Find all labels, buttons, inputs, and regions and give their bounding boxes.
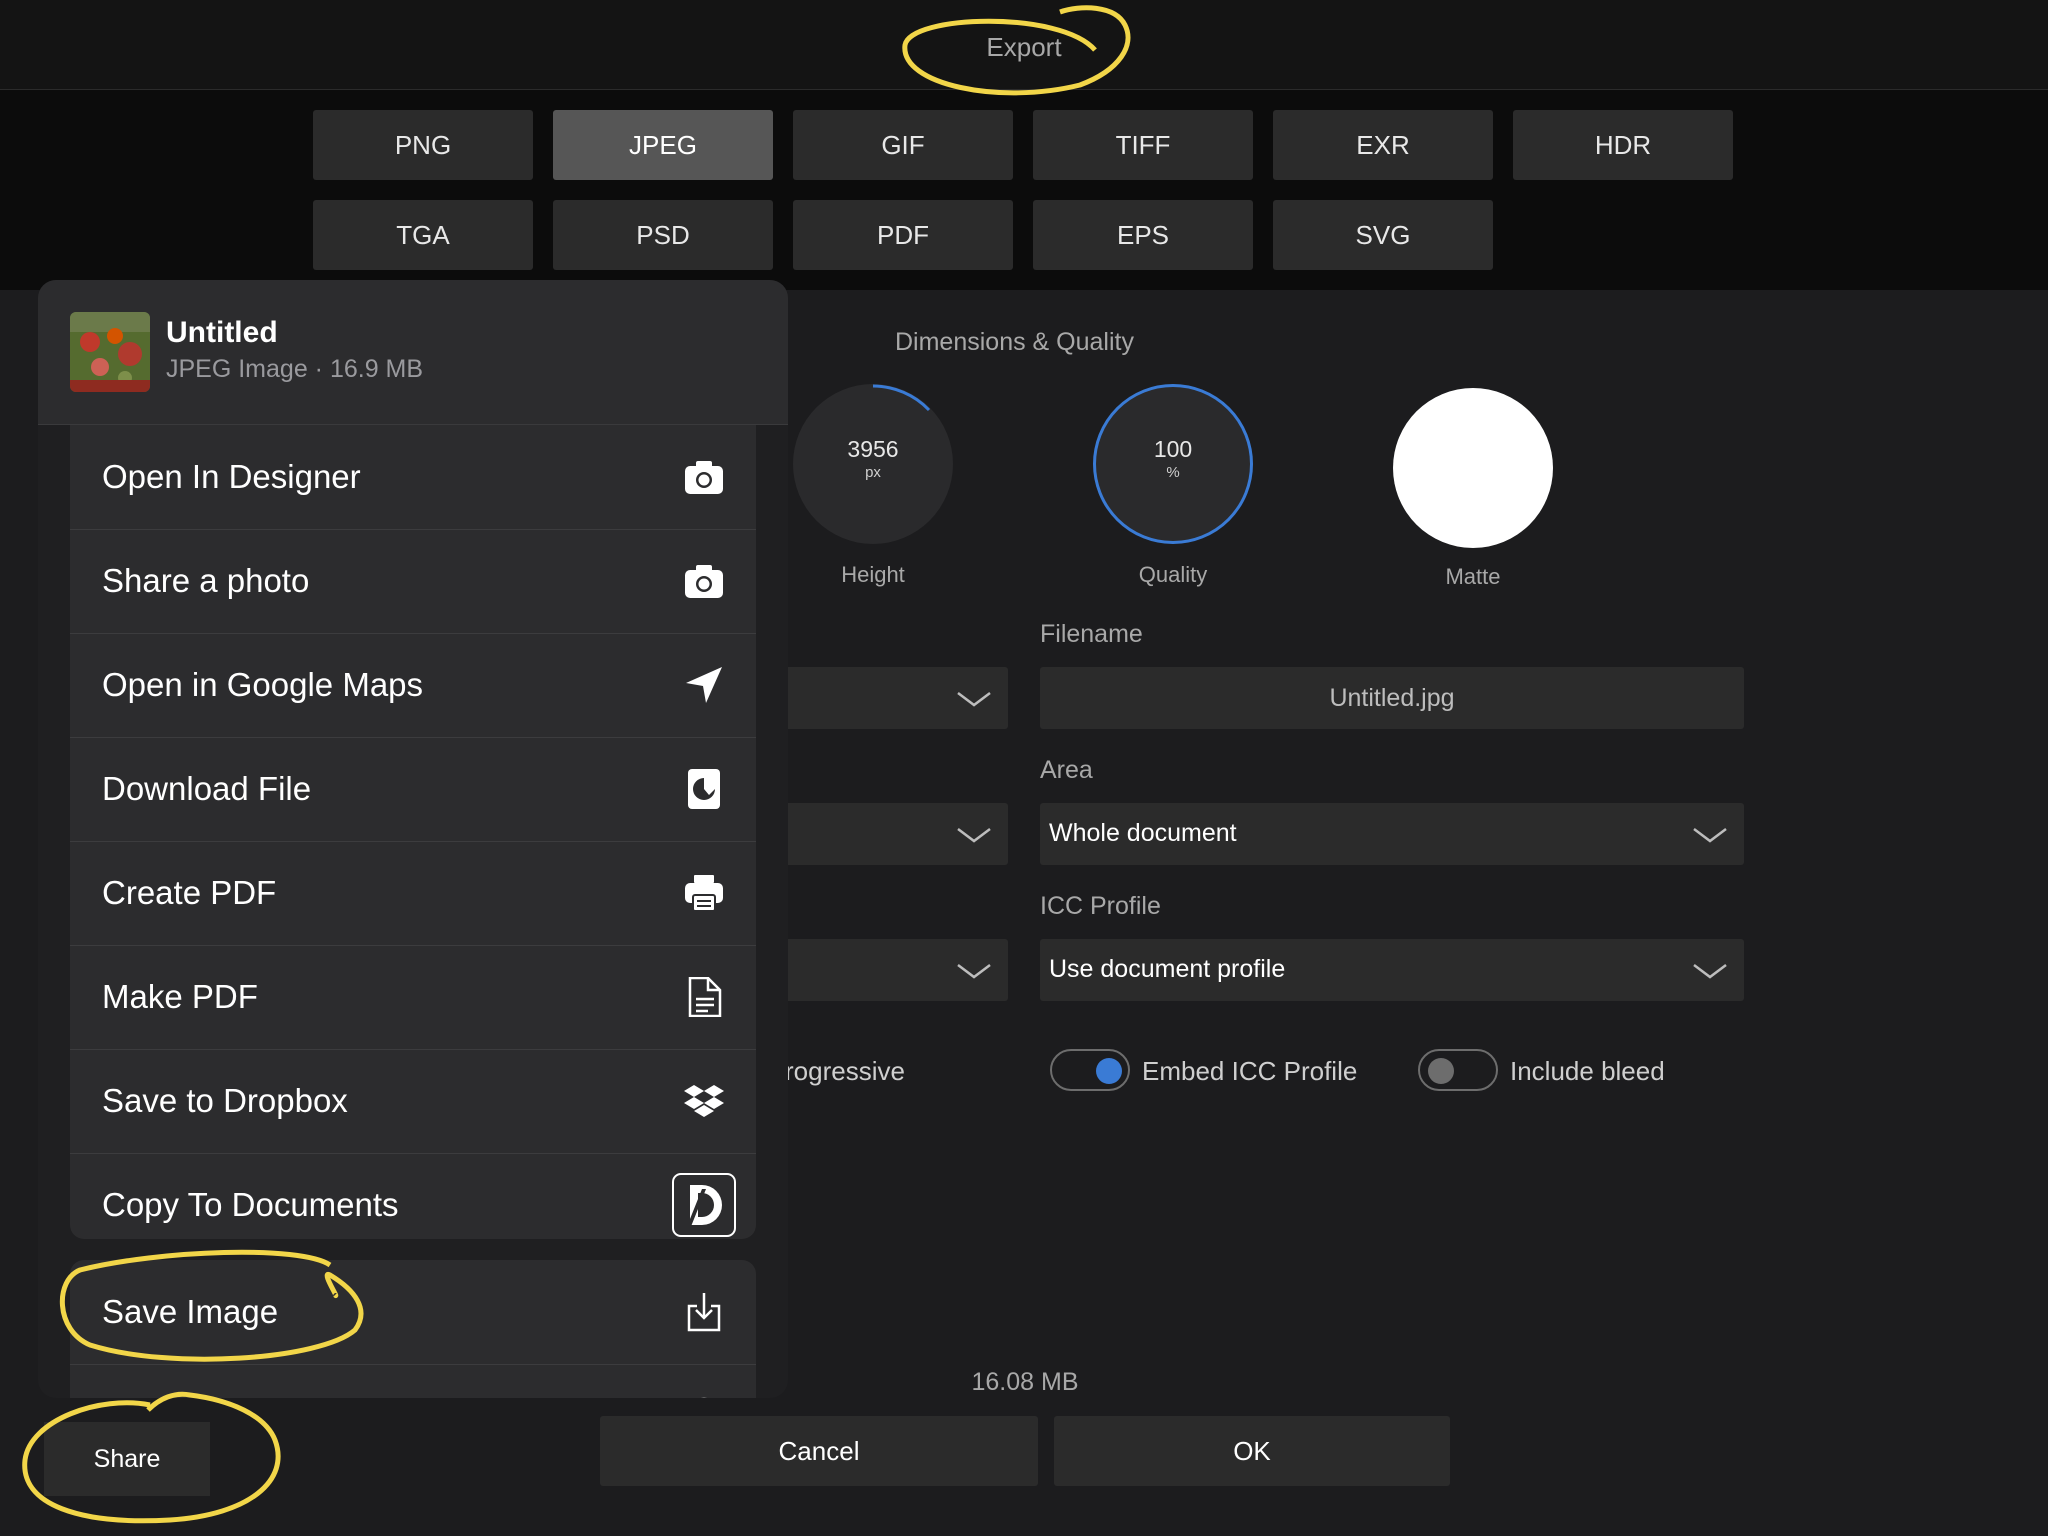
matte-label: Matte [1445, 564, 1501, 589]
action-create-pdf[interactable]: Create PDF [70, 841, 756, 946]
format-tga[interactable]: TGA [313, 200, 533, 270]
format-psd[interactable]: PSD [553, 200, 773, 270]
download-file-icon [688, 769, 720, 809]
quality-dial[interactable]: 100 % [1093, 384, 1253, 544]
format-svg[interactable]: SVG [1273, 200, 1493, 270]
document-meta: JPEG Image · 16.9 MB [166, 355, 424, 383]
chevron-down-icon [1693, 828, 1727, 843]
action-open-in-designer[interactable]: Open In Designer [70, 425, 756, 530]
action-partially-hidden[interactable] [70, 1364, 756, 1398]
format-gif[interactable]: GIF [793, 110, 1013, 180]
action-label: Save to Dropbox [102, 1082, 348, 1119]
location-arrow-icon [686, 667, 722, 703]
action-share-a-photo[interactable]: Share a photo [70, 529, 756, 634]
format-jpeg[interactable]: JPEG [553, 110, 773, 180]
document-name: Untitled [166, 316, 278, 349]
chevron-down-icon [957, 828, 991, 843]
format-png[interactable]: PNG [313, 110, 533, 180]
height-label: Height [841, 562, 905, 587]
format-eps[interactable]: EPS [1033, 200, 1253, 270]
toggle-knob [1096, 1058, 1122, 1084]
format-tiff[interactable]: TIFF [1033, 110, 1253, 180]
chevron-down-icon [1693, 964, 1727, 979]
export-title-bar: Export [0, 0, 2048, 90]
action-label: Save Image [102, 1293, 279, 1330]
export-title: Export [986, 32, 1062, 62]
action-make-pdf[interactable]: Make PDF [70, 945, 756, 1050]
action-label: Share a photo [102, 562, 310, 599]
camera-icon [685, 461, 723, 494]
action-label: Open in Google Maps [102, 666, 424, 703]
format-exr[interactable]: EXR [1273, 110, 1493, 180]
area-label: Area [1040, 756, 1093, 784]
share-secondary-actions: Save Image [70, 1260, 756, 1398]
save-icon [687, 1293, 721, 1332]
camera-icon [685, 565, 723, 598]
action-open-in-google-maps[interactable]: Open in Google Maps [70, 633, 756, 738]
embed-icc-toggle[interactable] [1050, 1049, 1130, 1091]
share-actions-list: Open In Designer Share a photo Open in G… [70, 425, 756, 1239]
circle-icon [701, 1397, 707, 1398]
height-unit: px [865, 464, 881, 481]
action-label: Copy To Documents [102, 1186, 399, 1223]
quality-value: 100 [1153, 436, 1193, 462]
ok-button[interactable]: OK [1054, 1416, 1450, 1486]
format-pdf[interactable]: PDF [793, 200, 1013, 270]
action-copy-to-documents[interactable]: Copy To Documents [70, 1153, 756, 1239]
share-sheet: Untitled JPEG Image · 16.9 MB Open In De… [38, 280, 788, 1398]
estimated-file-size: 16.08 MB [971, 1368, 1079, 1396]
height-value: 3956 [847, 436, 899, 462]
chevron-down-icon [957, 964, 991, 979]
progressive-label: rogressive [785, 1056, 905, 1086]
filename-label: Filename [1040, 620, 1143, 648]
action-download-file[interactable]: Download File [70, 737, 756, 842]
action-label: Make PDF [102, 978, 258, 1015]
embed-icc-label: Embed ICC Profile [1142, 1056, 1358, 1086]
action-save-to-dropbox[interactable]: Save to Dropbox [70, 1049, 756, 1154]
chevron-down-icon [957, 692, 991, 707]
left-dropdown-3[interactable] [760, 939, 1008, 1001]
action-label: Open In Designer [102, 458, 361, 495]
quality-label: Quality [1138, 562, 1208, 587]
include-bleed-toggle[interactable] [1418, 1049, 1498, 1091]
filename-field[interactable]: Untitled.jpg [1040, 667, 1744, 729]
toggle-knob [1428, 1058, 1454, 1084]
action-label: Create PDF [102, 874, 277, 911]
documents-app-icon [672, 1173, 736, 1237]
document-thumbnail [70, 312, 150, 392]
left-dropdown-1[interactable] [760, 667, 1008, 729]
include-bleed-label: Include bleed [1510, 1056, 1665, 1086]
left-dropdown-2[interactable] [760, 803, 1008, 865]
photo-thumbnail-image [70, 312, 150, 392]
format-hdr[interactable]: HDR [1513, 110, 1733, 180]
dimensions-section-title: Dimensions & Quality [895, 328, 1134, 356]
icc-profile-value: Use document profile [1049, 955, 1286, 983]
dropbox-icon [684, 1085, 724, 1117]
document-icon [688, 977, 722, 1017]
action-label: Download File [102, 770, 312, 807]
cancel-button[interactable]: Cancel [600, 1416, 1038, 1486]
quality-unit: % [1166, 464, 1180, 481]
matte-color-swatch[interactable] [1393, 388, 1553, 548]
action-save-image[interactable]: Save Image [70, 1260, 756, 1365]
format-picker: PNG JPEG GIF TIFF EXR HDR TGA PSD PDF EP… [0, 90, 2048, 290]
share-sheet-header: Untitled JPEG Image · 16.9 MB [38, 280, 788, 425]
share-button[interactable]: Share [44, 1422, 210, 1496]
icc-profile-dropdown[interactable]: Use document profile [1040, 939, 1744, 1001]
icc-profile-label: ICC Profile [1040, 892, 1161, 920]
area-dropdown[interactable]: Whole document [1040, 803, 1744, 865]
height-dial[interactable]: 3956 px [793, 384, 953, 544]
printer-icon [685, 875, 723, 912]
area-value: Whole document [1049, 819, 1237, 847]
